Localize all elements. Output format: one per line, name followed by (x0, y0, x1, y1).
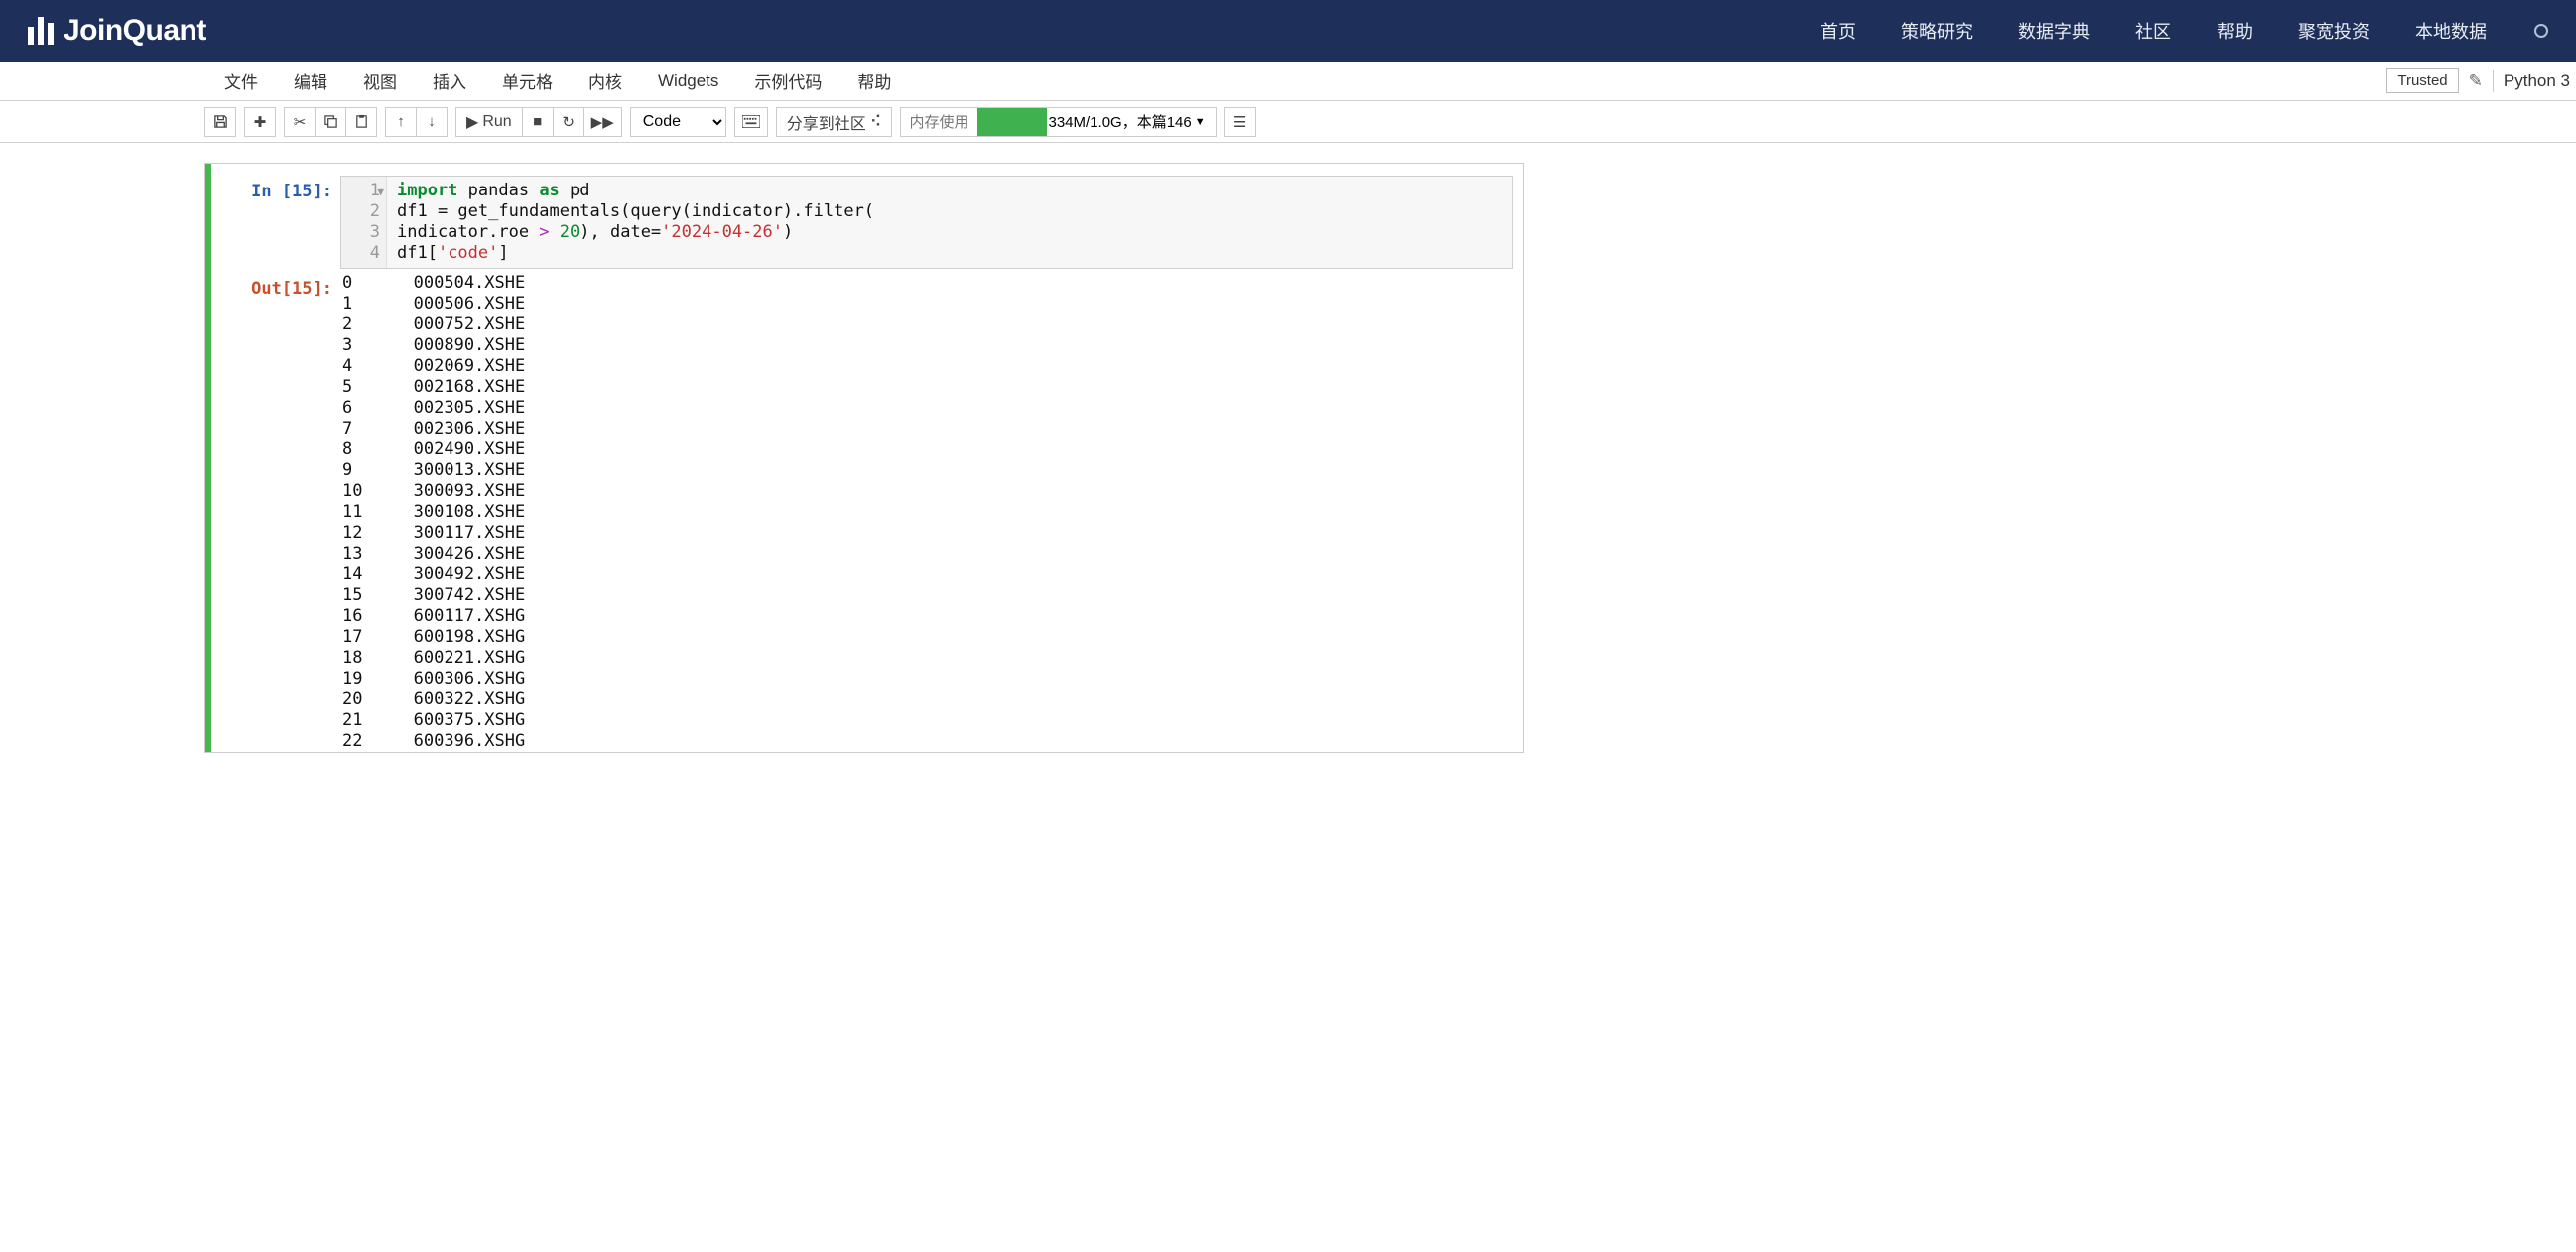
menu-kernel[interactable]: 内核 (571, 68, 640, 93)
menus: 文件 编辑 视图 插入 单元格 内核 Widgets 示例代码 帮助 (206, 62, 909, 100)
memory-indicator[interactable]: 内存使用 334M/1.0G，本篇146▼ (900, 107, 1216, 137)
menu-insert[interactable]: 插入 (415, 68, 484, 93)
code-cell[interactable]: In [15]: ▼1234 import pandas as pd df1 =… (205, 164, 1523, 269)
output-text: 0 000504.XSHE 1 000506.XSHE 2 000752.XSH… (340, 273, 1513, 752)
menu-edit[interactable]: 编辑 (276, 68, 345, 93)
restart-run-all-button[interactable]: ▶▶ (583, 107, 622, 137)
share-button[interactable]: 分享到社区⠪ (776, 107, 893, 137)
menu-view[interactable]: 视图 (345, 68, 415, 93)
restart-button[interactable]: ↻ (553, 107, 584, 137)
add-cell-button[interactable]: ✚ (244, 107, 276, 137)
in-prompt: In [15]: (221, 176, 340, 269)
output-area: Out[15]: 0 000504.XSHE 1 000506.XSHE 2 0… (205, 269, 1523, 752)
nav-local-data[interactable]: 本地数据 (2415, 18, 2487, 44)
menu-help[interactable]: 帮助 (839, 68, 909, 93)
separator (2493, 70, 2494, 92)
logo[interactable]: JoinQuant (28, 14, 206, 48)
memory-text: 334M/1.0G，本篇146▼ (1047, 111, 1216, 132)
menu-examples[interactable]: 示例代码 (736, 68, 839, 93)
save-button[interactable] (204, 107, 236, 137)
interrupt-button[interactable]: ■ (522, 107, 554, 137)
nav-strategy[interactable]: 策略研究 (1901, 18, 1973, 44)
menu-bar: 文件 编辑 视图 插入 单元格 内核 Widgets 示例代码 帮助 Trust… (0, 62, 2576, 101)
nav-community[interactable]: 社区 (2135, 18, 2171, 44)
move-up-button[interactable]: ↑ (385, 107, 417, 137)
list-button[interactable]: ☰ (1224, 107, 1256, 137)
top-nav: 首页 策略研究 数据字典 社区 帮助 聚宽投资 本地数据 (1820, 18, 2548, 44)
memory-label: 内存使用 (901, 111, 976, 132)
move-down-button[interactable]: ↓ (416, 107, 448, 137)
edit-icon[interactable]: ✎ (2469, 71, 2483, 91)
nav-help[interactable]: 帮助 (2217, 18, 2253, 44)
cut-button[interactable]: ✂ (284, 107, 316, 137)
notebook-area: In [15]: ▼1234 import pandas as pd df1 =… (0, 143, 2576, 753)
kernel-status-icon (2534, 24, 2548, 38)
command-palette-button[interactable] (734, 107, 768, 137)
copy-button[interactable] (315, 107, 346, 137)
line-gutter: ▼1234 (341, 177, 387, 268)
menu-cell[interactable]: 单元格 (484, 68, 571, 93)
fold-icon[interactable]: ▼ (377, 182, 384, 202)
memory-bar (977, 108, 1047, 136)
logo-text: JoinQuant (64, 14, 206, 48)
site-header: JoinQuant 首页 策略研究 数据字典 社区 帮助 聚宽投资 本地数据 (0, 0, 2576, 62)
menu-file[interactable]: 文件 (206, 68, 276, 93)
kernel-name[interactable]: Python 3 (2504, 71, 2570, 91)
trusted-indicator[interactable]: Trusted (2386, 68, 2458, 93)
run-button[interactable]: ▶Run (455, 107, 523, 137)
menu-right: Trusted ✎ Python 3 (2386, 62, 2576, 100)
logo-bars-icon (28, 17, 54, 45)
code-input[interactable]: ▼1234 import pandas as pd df1 = get_fund… (340, 176, 1513, 269)
notebook-container: In [15]: ▼1234 import pandas as pd df1 =… (204, 163, 1524, 753)
out-prompt: Out[15]: (221, 273, 340, 752)
nav-data-dict[interactable]: 数据字典 (2018, 18, 2090, 44)
cell-type-select[interactable]: Code (630, 107, 726, 137)
nav-invest[interactable]: 聚宽投资 (2298, 18, 2370, 44)
menu-widgets[interactable]: Widgets (640, 71, 736, 91)
nav-home[interactable]: 首页 (1820, 18, 1856, 44)
code-text[interactable]: import pandas as pd df1 = get_fundamenta… (387, 177, 1512, 268)
paste-button[interactable] (345, 107, 377, 137)
toolbar: ✚ ✂ ↑ ↓ ▶Run ■ ↻ ▶▶ Code 分享到社区⠪ 内存使用 334… (0, 101, 2576, 143)
